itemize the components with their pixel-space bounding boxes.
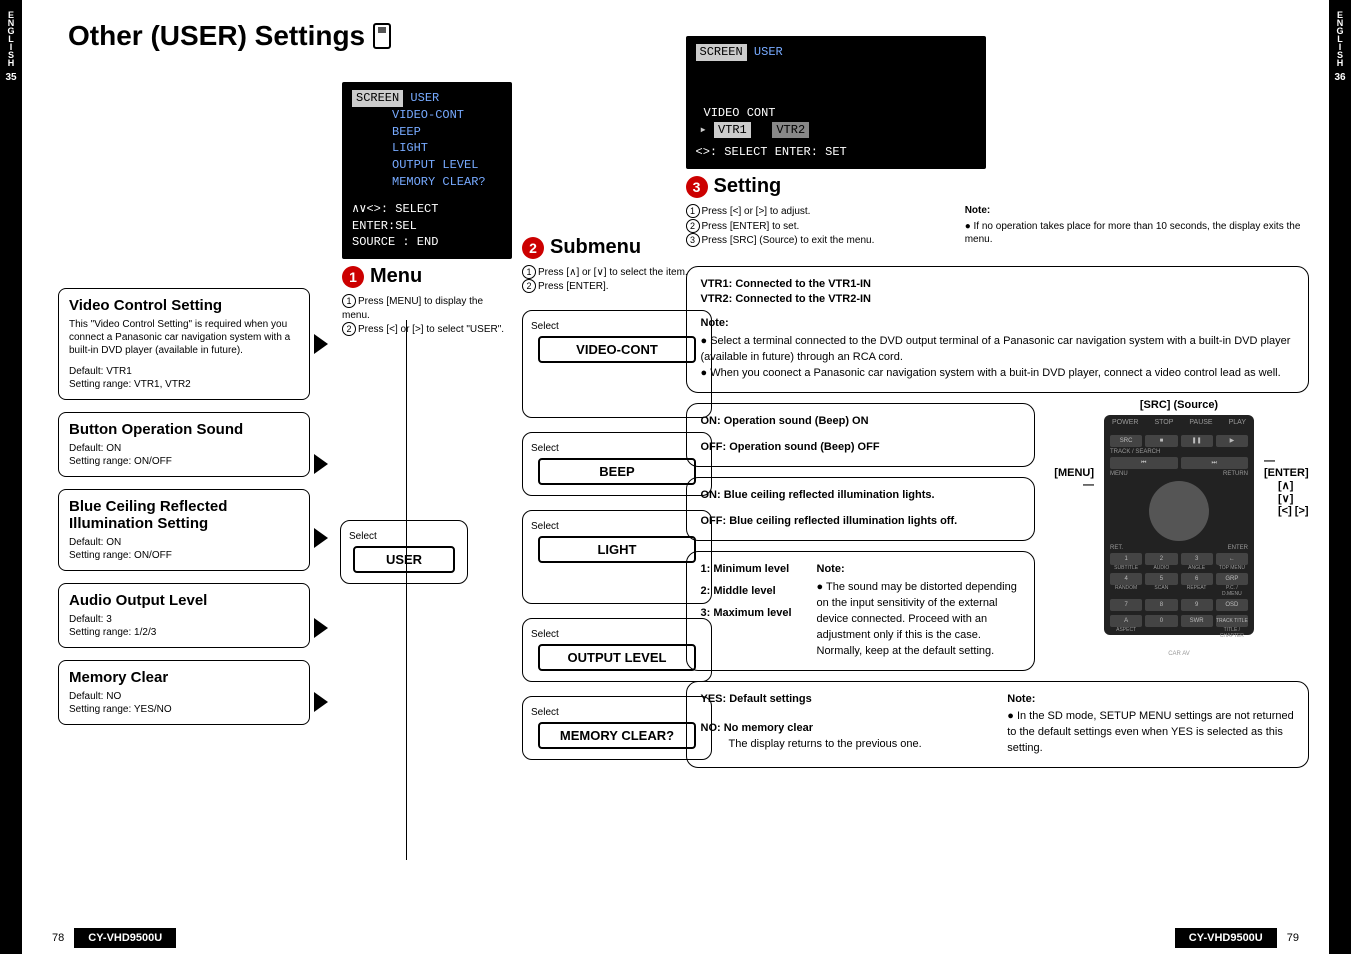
step1-title: 1Menu bbox=[342, 265, 512, 288]
arrow-icon bbox=[314, 528, 328, 548]
box-video: Video Control Setting This "Video Contro… bbox=[58, 288, 310, 400]
pill-light: LIGHT bbox=[538, 536, 696, 563]
setting-boxes: Video Control Setting This "Video Contro… bbox=[58, 288, 310, 737]
lang-label-left: ENGLISH bbox=[6, 10, 16, 66]
osd2-title: VIDEO CONT bbox=[704, 106, 776, 120]
remote-src-label: [SRC] (Source) bbox=[1049, 399, 1309, 411]
box-beep: Button Operation Sound Default: ON Setti… bbox=[58, 412, 310, 477]
lang-label-right: ENGLISH bbox=[1335, 10, 1345, 66]
step1-info: 1Press [MENU] to display the menu. 2Pres… bbox=[342, 294, 512, 336]
dpad-icon bbox=[1149, 481, 1209, 541]
step3-row: 1Press [<] or [>] to adjust. 2Press [ENT… bbox=[686, 204, 1310, 247]
box-memory: Memory Clear Default: NO Setting range: … bbox=[58, 660, 310, 725]
osd1-hint2: SOURCE : END bbox=[352, 234, 502, 251]
arrow-icon bbox=[314, 618, 328, 638]
pill-beep: BEEP bbox=[538, 458, 696, 485]
arrow-icon bbox=[314, 454, 328, 474]
side-tab-right: ENGLISH 36 bbox=[1329, 0, 1351, 954]
osd1-l6: MEMORY CLEAR? bbox=[392, 175, 486, 189]
osd2-vtr2: VTR2 bbox=[772, 122, 809, 139]
model-badge: CY-VHD9500U bbox=[1175, 928, 1277, 948]
step3-title: 3Setting bbox=[686, 175, 1310, 198]
pill-memory: MEMORY CLEAR? bbox=[538, 722, 696, 749]
model-badge: CY-VHD9500U bbox=[74, 928, 176, 948]
osd1-l5: OUTPUT LEVEL bbox=[392, 158, 478, 172]
page-title: Other (USER) Settings bbox=[68, 20, 656, 52]
osd1-screen: SCREEN bbox=[352, 90, 403, 107]
step3-note-title: Note: bbox=[965, 204, 1309, 218]
remote-image: POWERSTOPPAUSEPLAY SRC■❚❚▶ TRACK / SEARC… bbox=[1104, 415, 1254, 635]
osd2-screen: SCREEN bbox=[696, 44, 747, 61]
user-select: Select USER bbox=[340, 520, 468, 584]
osd1-l3: BEEP bbox=[392, 125, 421, 139]
brand-sub: CAR AV bbox=[1110, 651, 1248, 657]
osd-screen-2: SCREEN USER VIDEO CONT ▸ VTR1 VTR2 <>: S… bbox=[686, 36, 986, 169]
osd1-l4: LIGHT bbox=[392, 141, 428, 155]
page-num-left-side: 35 bbox=[5, 72, 16, 83]
page-num-right-side: 36 bbox=[1334, 72, 1345, 83]
arrow-icon bbox=[314, 692, 328, 712]
connector-line bbox=[406, 320, 407, 860]
page-num-78: 78 bbox=[52, 932, 64, 944]
pill-user: USER bbox=[353, 546, 454, 573]
menu-column: SCREEN USER VIDEO-CONT BEEP LIGHT OUTPUT… bbox=[342, 82, 512, 337]
badge-1: 1 bbox=[342, 266, 364, 288]
osd2-user: USER bbox=[754, 45, 783, 59]
osd1-hint1: ∧∨<>: SELECT ENTER:SEL bbox=[352, 201, 502, 235]
left-page: Other (USER) Settings SCREEN USER VIDEO-… bbox=[22, 0, 676, 954]
remote-icon bbox=[373, 23, 391, 49]
box-output: Audio Output Level Default: 3 Setting ra… bbox=[58, 583, 310, 648]
remote-anno-enter: — [ENTER] [∧] [∨] [<] [>] bbox=[1264, 455, 1309, 517]
page-num-79: 79 bbox=[1287, 932, 1299, 944]
osd2-hint: <>: SELECT ENTER: SET bbox=[696, 144, 976, 161]
osd-screen-1: SCREEN USER VIDEO-CONT BEEP LIGHT OUTPUT… bbox=[342, 82, 512, 259]
desc-light: ON: Blue ceiling reflected illumination … bbox=[686, 477, 1036, 541]
arrow-icon bbox=[314, 334, 328, 354]
remote-anno-menu: [MENU] — bbox=[1054, 467, 1094, 491]
osd1-user: USER bbox=[410, 91, 439, 105]
pill-video: VIDEO-CONT bbox=[538, 336, 696, 363]
footer-left: 78 CY-VHD9500U bbox=[52, 928, 176, 948]
box-light: Blue Ceiling Reflected Illumination Sett… bbox=[58, 489, 310, 571]
badge-2: 2 bbox=[522, 237, 544, 259]
brand-label: Panasonic bbox=[1110, 641, 1248, 651]
right-page: SCREEN USER VIDEO CONT ▸ VTR1 VTR2 <>: S… bbox=[676, 0, 1330, 954]
remote-diagram: [SRC] (Source) POWERSTOPPAUSEPLAY SRC■❚❚… bbox=[1049, 399, 1309, 680]
desc-memory: YES: Default settings NO: No memory clea… bbox=[686, 681, 1310, 769]
osd1-l2: VIDEO-CONT bbox=[392, 108, 464, 122]
desc-output: 1: Minimum level 2: Middle level 3: Maxi… bbox=[686, 551, 1036, 671]
osd2-vtr1: VTR1 bbox=[714, 122, 751, 139]
pill-output: OUTPUT LEVEL bbox=[538, 644, 696, 671]
arrow-column bbox=[314, 288, 338, 712]
badge-3: 3 bbox=[686, 176, 708, 198]
desc-beep: ON: Operation sound (Beep) ON OFF: Opera… bbox=[686, 403, 1036, 467]
title-text: Other (USER) Settings bbox=[68, 20, 365, 52]
side-tab-left: ENGLISH 35 bbox=[0, 0, 22, 954]
footer-right: CY-VHD9500U 79 bbox=[1175, 928, 1299, 948]
desc-vtr: VTR1: Connected to the VTR1-IN VTR2: Con… bbox=[686, 266, 1310, 394]
